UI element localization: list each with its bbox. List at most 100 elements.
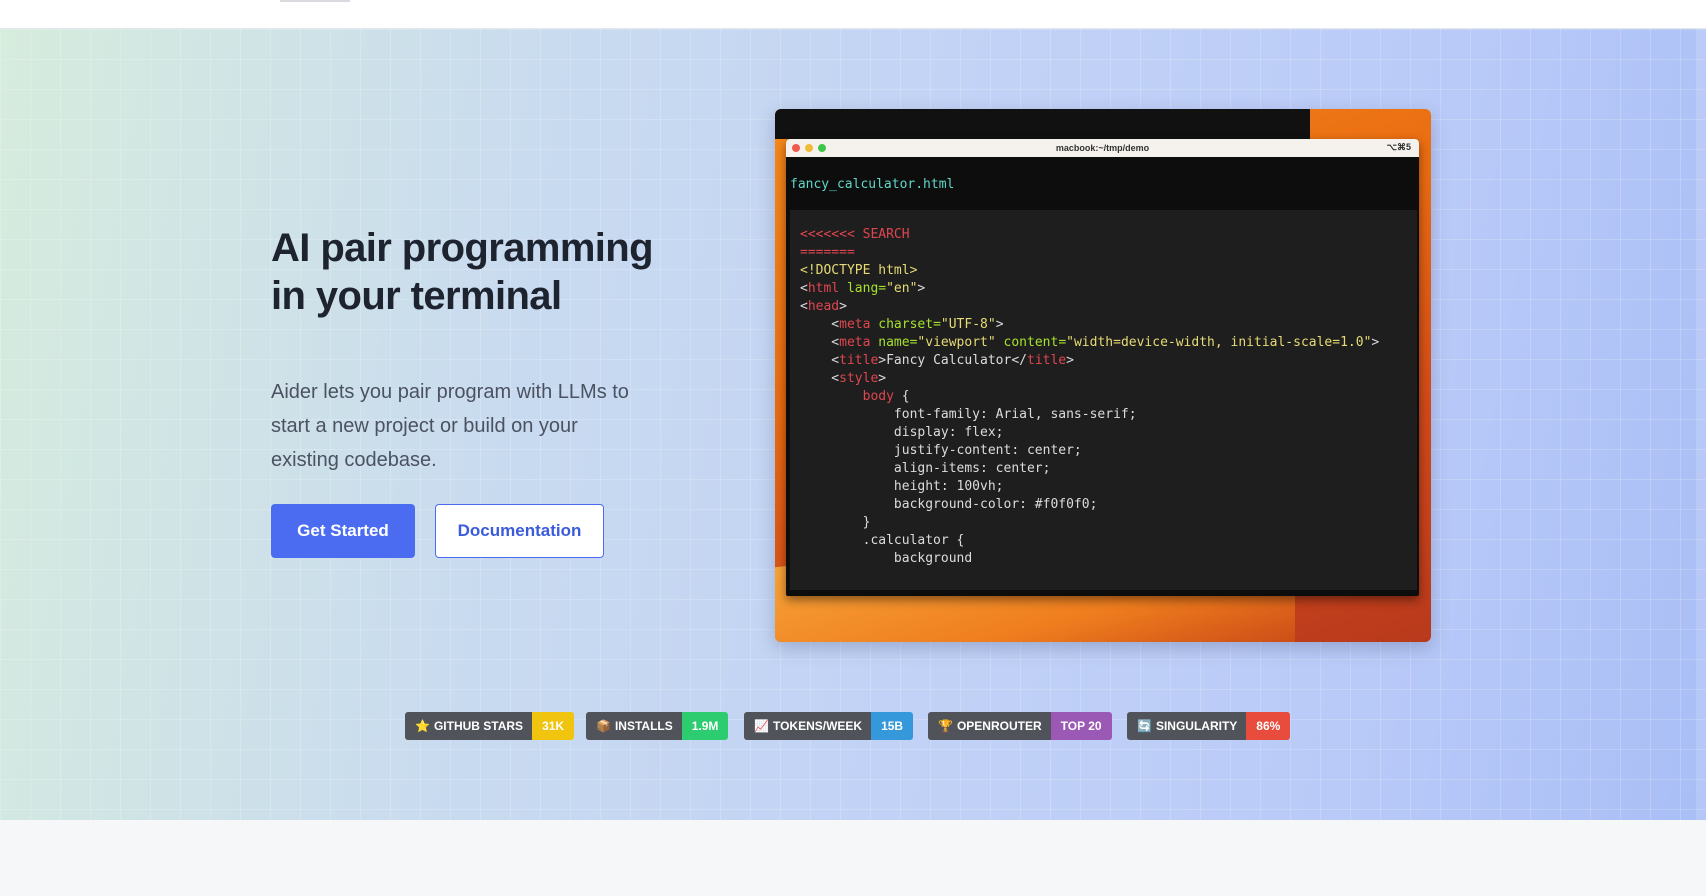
code-line: <head> — [800, 298, 1417, 316]
code-token: title — [1027, 353, 1067, 368]
wallpaper-dark-strip — [775, 109, 1310, 139]
code-token: < — [800, 299, 808, 314]
code-token: html — [807, 281, 840, 296]
close-window-icon — [792, 144, 800, 152]
code-line: align-items: center; — [800, 460, 1417, 478]
code-line: <meta name="viewport" content="width=dev… — [800, 334, 1417, 352]
stat-badge-value: 86% — [1246, 712, 1291, 740]
terminal-title: macbook:~/tmp/demo — [1055, 143, 1150, 153]
stat-badge-value: 1.9M — [681, 712, 729, 740]
page-scrollbar[interactable] — [1696, 29, 1706, 820]
code-line: } — [800, 514, 1417, 532]
code-line: height: 100vh; — [800, 478, 1417, 496]
code-token: <!DOCTYPE html> — [800, 263, 918, 278]
code-line: <meta charset="UTF-8"> — [800, 316, 1417, 334]
stat-label-text: GITHUB STARS — [433, 719, 524, 733]
maximize-window-icon — [818, 144, 826, 152]
code-line: display: flex; — [800, 424, 1417, 442]
code-line: body { — [800, 388, 1417, 406]
code-token: meta — [839, 335, 871, 350]
top-nav-bar — [0, 0, 1706, 29]
stat-badge-value: TOP 20 — [1050, 712, 1112, 740]
terminal-shortcut: ⌥⌘5 — [1386, 142, 1411, 152]
terminal-window: macbook:~/tmp/demo ⌥⌘5 fancy_calculator.… — [786, 139, 1419, 596]
code-token: < — [800, 281, 808, 296]
refresh-icon: 🔄 — [1137, 719, 1152, 733]
stats-badges: ⭐ GITHUB STARS 31K 📦 INSTALLS 1.9M 📈 TOKENS/WEE… — [0, 712, 1706, 740]
code-token: < — [800, 353, 840, 368]
code-token: ======= — [800, 245, 855, 260]
code-token: <<<<<<< SEARCH — [800, 227, 910, 242]
code-line: .calculator { — [800, 532, 1417, 550]
code-token: head — [807, 299, 840, 314]
code-line: ======= — [800, 244, 1417, 262]
stat-badge-openrouter[interactable]: 🏆 OPENROUTER TOP 20 — [928, 712, 1112, 740]
code-token: lang= — [839, 281, 887, 296]
code-token: charset= — [870, 317, 941, 332]
code-token: body — [862, 389, 894, 404]
trophy-icon: 🏆 — [938, 719, 953, 733]
code-line: <<<<<<< SEARCH — [800, 226, 1417, 244]
stat-badge-singularity[interactable]: 🔄 SINGULARITY 86% — [1127, 712, 1291, 740]
stat-label-text: TOKENS/WEEK — [772, 719, 863, 733]
code-line: <style> — [800, 370, 1417, 388]
code-token: < — [800, 317, 840, 332]
code-token: style — [839, 371, 879, 386]
code-line: font-family: Arial, sans-serif; — [800, 406, 1417, 424]
code-token: display: flex; — [800, 425, 1004, 440]
stat-badge-github-stars[interactable]: ⭐ GITHUB STARS 31K — [405, 712, 575, 740]
stat-badge-label: 🔄 SINGULARITY — [1127, 712, 1247, 740]
stat-badge-value: 31K — [532, 712, 575, 740]
code-line: <!DOCTYPE html> — [800, 262, 1417, 280]
stat-badge-label: ⭐ GITHUB STARS — [405, 712, 533, 740]
code-token: background-color: #f0f0f0; — [800, 497, 1098, 512]
code-token: } — [800, 515, 871, 530]
code-token: align-items: center; — [800, 461, 1051, 476]
code-token: > — [995, 317, 1004, 332]
code-token: font-family: Arial, sans-serif; — [800, 407, 1137, 422]
stat-label-text: INSTALLS — [614, 719, 673, 733]
code-token: < — [800, 371, 840, 386]
stat-label-text: OPENROUTER — [956, 719, 1042, 733]
code-token: "viewport" — [917, 335, 996, 350]
code-line: <html lang="en"> — [800, 280, 1417, 298]
code-token: meta — [839, 317, 871, 332]
code-token: < — [800, 335, 840, 350]
code-token: background — [800, 551, 973, 566]
stat-label-text: SINGULARITY — [1155, 719, 1238, 733]
code-token: "en" — [886, 281, 918, 296]
next-section — [0, 820, 1706, 896]
code-token: "UTF-8" — [940, 317, 996, 332]
code-block: <<<<<<< SEARCH ======= <!DOCTYPE html> <htm… — [790, 210, 1417, 590]
code-token: > — [917, 281, 926, 296]
terminal-demo-video[interactable]: macbook:~/tmp/demo ⌥⌘5 fancy_calculator.… — [775, 109, 1431, 642]
stat-badge-value: 15B — [871, 712, 914, 740]
minimize-window-icon — [805, 144, 813, 152]
documentation-button[interactable]: Documentation — [435, 504, 604, 558]
get-started-button[interactable]: Get Started — [271, 504, 415, 558]
code-token: title — [839, 353, 879, 368]
stat-badge-installs[interactable]: 📦 INSTALLS 1.9M — [586, 712, 729, 740]
hero-headline: AI pair programming in your terminal — [271, 224, 711, 320]
code-token: > — [839, 299, 847, 314]
code-token: "width=device-width, initial-scale=1.0" — [1066, 335, 1372, 350]
code-line: background — [800, 550, 1417, 568]
terminal-filename: fancy_calculator.html — [790, 177, 955, 192]
code-token: > — [878, 371, 887, 386]
code-token: content= — [995, 335, 1067, 350]
terminal-titlebar: macbook:~/tmp/demo ⌥⌘5 — [786, 139, 1419, 157]
hero-subtext: Aider lets you pair program with LLMs to… — [271, 381, 629, 471]
stat-badge-label: 🏆 OPENROUTER — [928, 712, 1051, 740]
code-line: background-color: #f0f0f0; — [800, 496, 1417, 514]
headline-line-1: AI pair programming — [271, 226, 654, 270]
code-token: > — [1066, 353, 1074, 368]
code-token: > — [1371, 335, 1380, 350]
code-token: justify-content: center; — [800, 443, 1082, 458]
chart-icon: 📈 — [754, 719, 769, 733]
code-token: .calculator { — [800, 533, 965, 548]
nav-logo-edge — [280, 0, 350, 2]
code-line: <title>Fancy Calculator</title> — [800, 352, 1417, 370]
stat-badge-tokens-week[interactable]: 📈 TOKENS/WEEK 15B — [744, 712, 914, 740]
stat-badge-label: 📈 TOKENS/WEEK — [744, 712, 872, 740]
